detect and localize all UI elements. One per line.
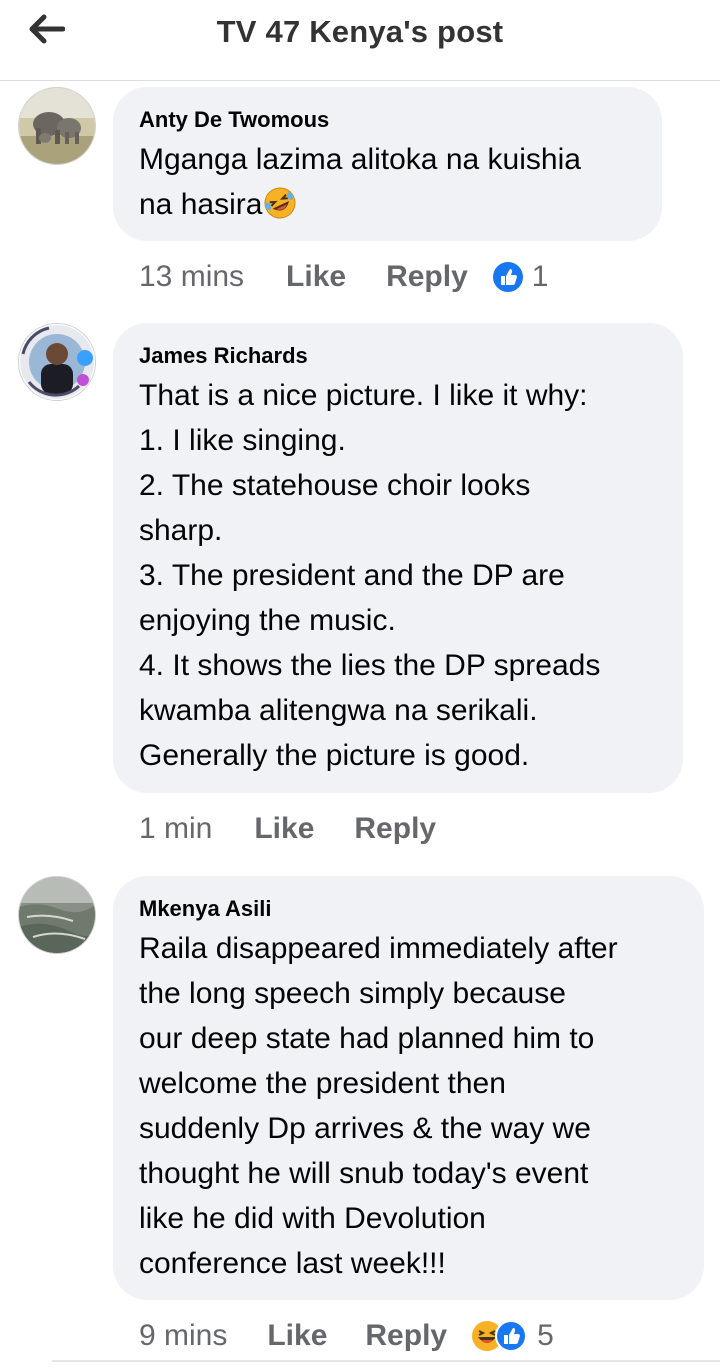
comment-author[interactable]: Mkenya Asili — [139, 896, 271, 922]
like-button[interactable]: Like — [254, 812, 314, 846]
comment-actions: 9 mins Like Reply 5 — [139, 1316, 554, 1356]
reaction-summary[interactable]: 5 — [471, 1319, 554, 1353]
comment-actions: 1 min Like Reply — [139, 809, 436, 849]
like-button[interactable]: Like — [267, 1319, 327, 1353]
reaction-count: 5 — [537, 1319, 554, 1352]
avatar-landscape-image — [19, 877, 95, 953]
comment-text: Mganga lazima alitoka na kuishia na hasi… — [139, 137, 581, 227]
reply-button[interactable]: Reply — [354, 812, 436, 846]
like-icon — [495, 1320, 528, 1352]
reaction-count: 1 — [531, 260, 549, 293]
reply-button[interactable]: Reply — [365, 1319, 447, 1353]
avatar-vaccine-frame-image — [19, 324, 95, 400]
like-button[interactable]: Like — [286, 260, 346, 294]
like-icon — [492, 262, 523, 292]
reaction-summary[interactable]: 1 — [492, 260, 549, 294]
avatar[interactable] — [18, 87, 96, 165]
comment-bubble: Mkenya Asili Raila disappeared immediate… — [113, 876, 704, 1300]
avatar-elephants-image — [19, 88, 95, 164]
comment-text-content: Mganga lazima alitoka na kuishia na hasi… — [139, 143, 581, 221]
comment-time[interactable]: 1 min — [139, 812, 212, 846]
reply-button[interactable]: Reply — [386, 260, 468, 294]
comment-text: Raila disappeared immediately after the … — [139, 932, 618, 1280]
avatar[interactable] — [18, 323, 96, 401]
top-bar: TV 47 Kenya's post — [0, 0, 720, 81]
page-title: TV 47 Kenya's post — [216, 14, 504, 49]
comment-time[interactable]: 13 mins — [139, 260, 244, 294]
rolling-laughing-emoji-icon — [264, 187, 296, 219]
comment-text: That is a nice picture. I like it why: 1… — [139, 379, 601, 772]
comment-bubble: Anty De Twomous Mganga lazima alitoka na… — [113, 87, 662, 241]
comment-actions: 13 mins Like Reply 1 — [139, 257, 548, 297]
comment-author[interactable]: James Richards — [139, 343, 308, 369]
comment-bubble: James Richards That is a nice picture. I… — [113, 323, 683, 793]
avatar[interactable] — [18, 876, 96, 954]
comment-time[interactable]: 9 mins — [139, 1319, 227, 1353]
divider — [52, 1360, 720, 1362]
comment-author[interactable]: Anty De Twomous — [139, 107, 329, 133]
